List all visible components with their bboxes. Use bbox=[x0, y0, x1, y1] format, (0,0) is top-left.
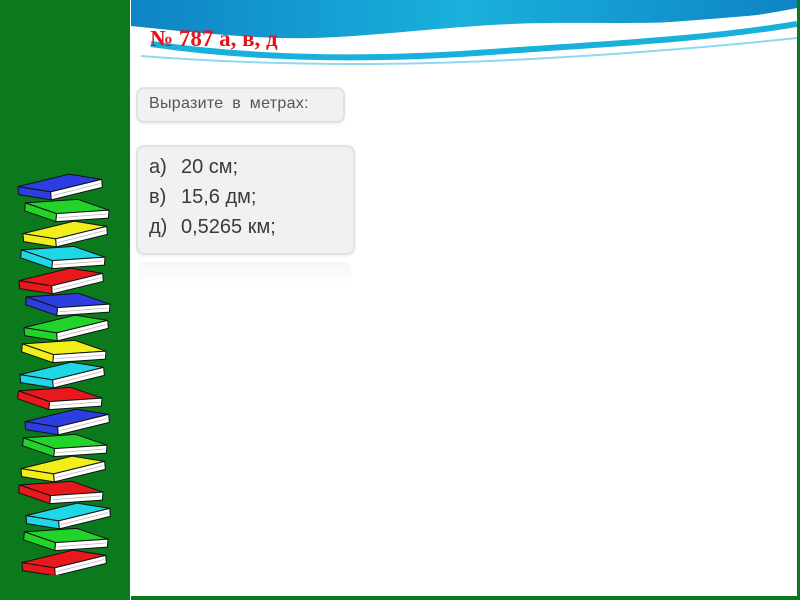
book-icon bbox=[21, 339, 107, 364]
book-icon bbox=[19, 361, 105, 389]
book-icon bbox=[25, 502, 111, 530]
book-icon bbox=[23, 314, 109, 342]
book-icon bbox=[24, 408, 110, 436]
item-letter: д) bbox=[149, 216, 168, 238]
prompt-text: Выразите в метрах: bbox=[149, 95, 309, 112]
item-value: 15,6 дм; bbox=[181, 186, 257, 208]
book-icon bbox=[22, 433, 108, 458]
exercise-items-card: а) 20 см; в) 15,6 дм; д) 0,5265 км; bbox=[136, 145, 355, 255]
book-icon bbox=[20, 245, 106, 270]
item-value: 20 см; bbox=[181, 156, 239, 178]
exercise-item: а) 20 см; bbox=[149, 156, 238, 179]
book-icon bbox=[23, 527, 109, 552]
item-letter: а) bbox=[149, 156, 167, 178]
book-stack-icon bbox=[17, 173, 111, 575]
item-letter: в) bbox=[149, 186, 167, 208]
cropped-text-strip bbox=[138, 262, 351, 284]
book-icon bbox=[20, 455, 106, 483]
item-value: 0,5265 км; bbox=[181, 216, 276, 238]
book-icon bbox=[18, 267, 104, 295]
task-title: № 787 а, в, д bbox=[150, 26, 278, 51]
exercise-item: д) 0,5265 км; bbox=[149, 216, 276, 239]
prompt-card: Выразите в метрах: bbox=[136, 87, 345, 123]
book-icon bbox=[24, 198, 110, 223]
book-icon bbox=[18, 480, 104, 505]
book-icon bbox=[17, 386, 103, 411]
book-icon bbox=[21, 549, 107, 575]
left-decor-panel bbox=[0, 0, 130, 600]
slide-canvas: № 787 а, в, д Выразите в метрах: а) 20 см… bbox=[131, 0, 800, 600]
exercise-item: в) 15,6 дм; bbox=[149, 186, 256, 209]
book-icon bbox=[25, 292, 111, 317]
book-icon bbox=[17, 173, 103, 201]
book-icon bbox=[22, 220, 108, 248]
